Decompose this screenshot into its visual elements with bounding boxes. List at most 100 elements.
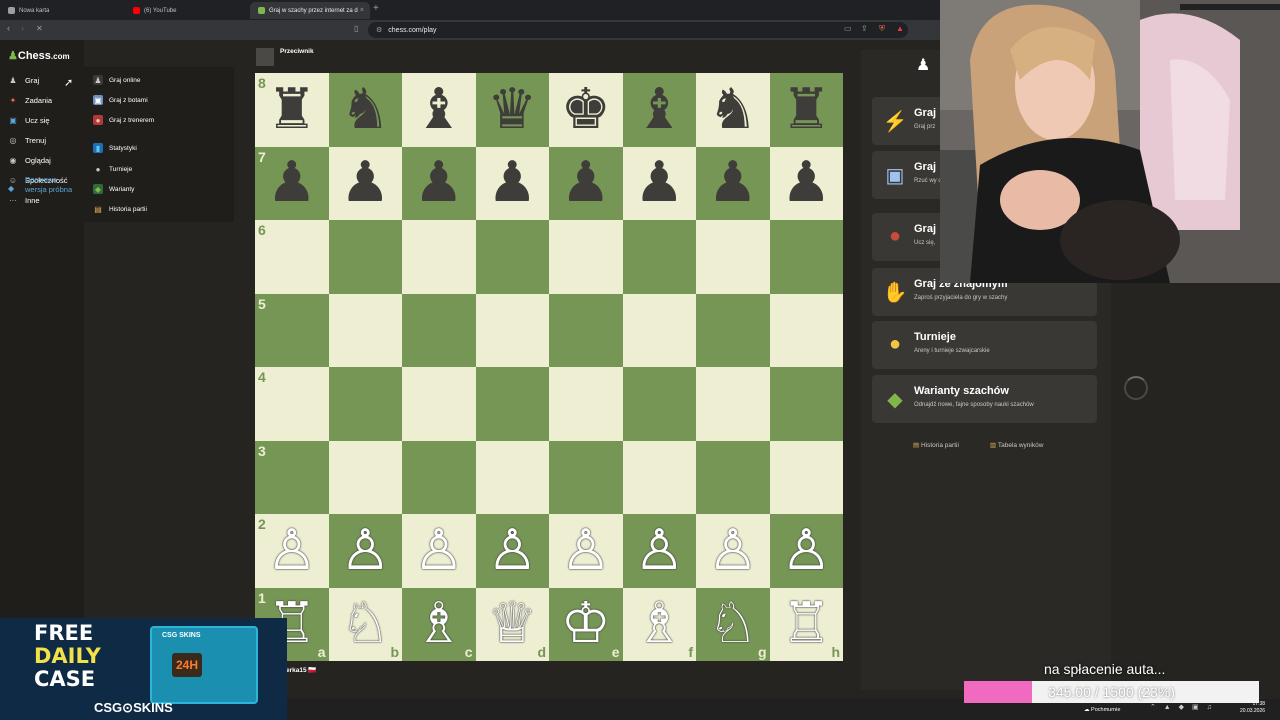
- board-square[interactable]: ♙: [549, 514, 623, 588]
- board-square[interactable]: 4: [255, 367, 329, 441]
- board-square[interactable]: ♟: [475, 146, 549, 220]
- chess-piece[interactable]: ♕: [487, 596, 537, 652]
- board-square[interactable]: ♖ h: [769, 587, 843, 661]
- chess-piece[interactable]: ♙: [781, 522, 831, 579]
- weather-widget[interactable]: ☁ Pochmurnie: [1084, 707, 1120, 713]
- board-square[interactable]: [402, 440, 476, 514]
- tab-youtube[interactable]: (6) YouTube: [125, 2, 250, 19]
- chess-piece[interactable]: ♟: [781, 155, 831, 211]
- board-square[interactable]: ♟: [622, 146, 696, 220]
- board-square[interactable]: 3: [255, 440, 329, 514]
- play-option-card-6[interactable]: ◆ Warianty szachów Odnajdź nowe, fajne spo…: [872, 375, 1097, 423]
- board-square[interactable]: [328, 367, 402, 441]
- chess-piece[interactable]: ♟: [487, 155, 537, 211]
- chess-piece[interactable]: ♙: [340, 522, 390, 579]
- sidebar-item-7[interactable]: ··· Inne: [8, 193, 40, 207]
- site-info-icon[interactable]: ⚙: [376, 26, 382, 34]
- sidebar-item-5[interactable]: ◉ Oglądaj: [8, 153, 51, 167]
- sidebar-item-2[interactable]: ✦ Zadania: [8, 93, 52, 107]
- board-square[interactable]: [475, 367, 549, 441]
- board-square[interactable]: ♙: [328, 514, 402, 588]
- board-square[interactable]: ♙: [769, 514, 843, 588]
- system-tray[interactable]: ⌃ ▲ ◆ ▣ ♫: [1150, 703, 1215, 711]
- chess-piece[interactable]: ♙: [414, 522, 464, 579]
- board-square[interactable]: [402, 367, 476, 441]
- chess-logo[interactable]: ♟Chess.com: [8, 49, 70, 62]
- board-square[interactable]: [402, 293, 476, 367]
- board-square[interactable]: [696, 220, 770, 294]
- sidebar-item-4[interactable]: ◎ Trenuj: [8, 133, 46, 147]
- submenu-item-1[interactable]: ♟ Graj online: [93, 73, 140, 87]
- board-square[interactable]: [769, 293, 843, 367]
- board-square[interactable]: ♜: [769, 73, 843, 147]
- chess-piece[interactable]: ♜: [267, 81, 317, 138]
- chess-piece[interactable]: ♜: [781, 81, 831, 138]
- board-square[interactable]: ♘ g: [696, 587, 770, 661]
- board-square[interactable]: [696, 367, 770, 441]
- board-square[interactable]: 5: [255, 293, 329, 367]
- chess-piece[interactable]: ♟: [561, 155, 611, 211]
- board-square[interactable]: [769, 440, 843, 514]
- board-square[interactable]: ♝: [402, 73, 476, 147]
- board-square[interactable]: ♜ 8: [255, 73, 329, 147]
- bookmark-icon[interactable]: ▯: [354, 24, 358, 33]
- address-bar[interactable]: ⚙ chess.com/play: [368, 22, 908, 38]
- board-square[interactable]: [475, 293, 549, 367]
- board-square[interactable]: ♙: [622, 514, 696, 588]
- submenu-item-5[interactable]: ● Turnieje: [93, 162, 132, 176]
- chess-piece[interactable]: ♟: [267, 155, 317, 211]
- board-square[interactable]: [549, 367, 623, 441]
- chess-piece[interactable]: ♝: [414, 81, 464, 138]
- board-square[interactable]: [769, 220, 843, 294]
- board-square[interactable]: ♔ e: [549, 587, 623, 661]
- chess-piece[interactable]: ♗: [634, 596, 684, 652]
- chess-piece[interactable]: ♟: [414, 155, 464, 211]
- cast-icon[interactable]: ▭: [844, 24, 852, 33]
- chess-piece[interactable]: ♘: [708, 596, 758, 652]
- board-square[interactable]: [622, 293, 696, 367]
- board-square[interactable]: ♞: [696, 73, 770, 147]
- stop-button[interactable]: ✕: [36, 24, 43, 33]
- close-tab-icon[interactable]: ×: [360, 7, 364, 14]
- board-square[interactable]: ♙ 2: [255, 514, 329, 588]
- board-square[interactable]: ♗ c: [402, 587, 476, 661]
- alert-icon[interactable]: ▲: [896, 24, 904, 33]
- board-square[interactable]: ♟: [549, 146, 623, 220]
- chess-piece[interactable]: ♘: [340, 596, 390, 652]
- board-square[interactable]: [549, 293, 623, 367]
- board-square[interactable]: [622, 367, 696, 441]
- chess-piece[interactable]: ♙: [561, 522, 611, 579]
- game-history-link[interactable]: ▤ Historia partii: [913, 441, 959, 449]
- board-square[interactable]: ♙: [475, 514, 549, 588]
- board-square[interactable]: ♛: [475, 73, 549, 147]
- board-square[interactable]: ♞: [328, 73, 402, 147]
- board-square[interactable]: [696, 293, 770, 367]
- board-square[interactable]: ♟: [769, 146, 843, 220]
- chess-piece[interactable]: ♙: [634, 522, 684, 579]
- board-square[interactable]: ♘ b: [328, 587, 402, 661]
- board-square[interactable]: [328, 293, 402, 367]
- share-icon[interactable]: ⇪: [861, 24, 868, 33]
- board-square[interactable]: [622, 220, 696, 294]
- chess-piece[interactable]: ♝: [634, 81, 684, 138]
- submenu-item-4[interactable]: ▮ Statystyki: [93, 141, 137, 155]
- taskbar-clock[interactable]: 17:38 20.03.2026: [1240, 701, 1265, 715]
- tab-new[interactable]: Nowa karta: [0, 2, 125, 19]
- submenu-item-6[interactable]: ◆ Warianty: [93, 182, 134, 196]
- back-button[interactable]: ‹: [7, 23, 10, 33]
- chess-piece[interactable]: ♗: [414, 596, 464, 652]
- board-square[interactable]: [475, 440, 549, 514]
- board-square[interactable]: ♚: [549, 73, 623, 147]
- board-square[interactable]: ♕ d: [475, 587, 549, 661]
- board-square[interactable]: [475, 220, 549, 294]
- board-square[interactable]: ♟ 7: [255, 146, 329, 220]
- chess-piece[interactable]: ♙: [708, 522, 758, 579]
- chess-piece[interactable]: ♙: [487, 522, 537, 579]
- submenu-item-2[interactable]: ▣ Graj z botami: [93, 93, 148, 107]
- forward-button[interactable]: ›: [21, 23, 24, 33]
- chess-piece[interactable]: ♟: [708, 155, 758, 211]
- board-square[interactable]: [622, 440, 696, 514]
- chess-piece[interactable]: ♞: [708, 81, 758, 138]
- chess-piece[interactable]: ♙: [267, 522, 317, 579]
- board-square[interactable]: ♗ f: [622, 587, 696, 661]
